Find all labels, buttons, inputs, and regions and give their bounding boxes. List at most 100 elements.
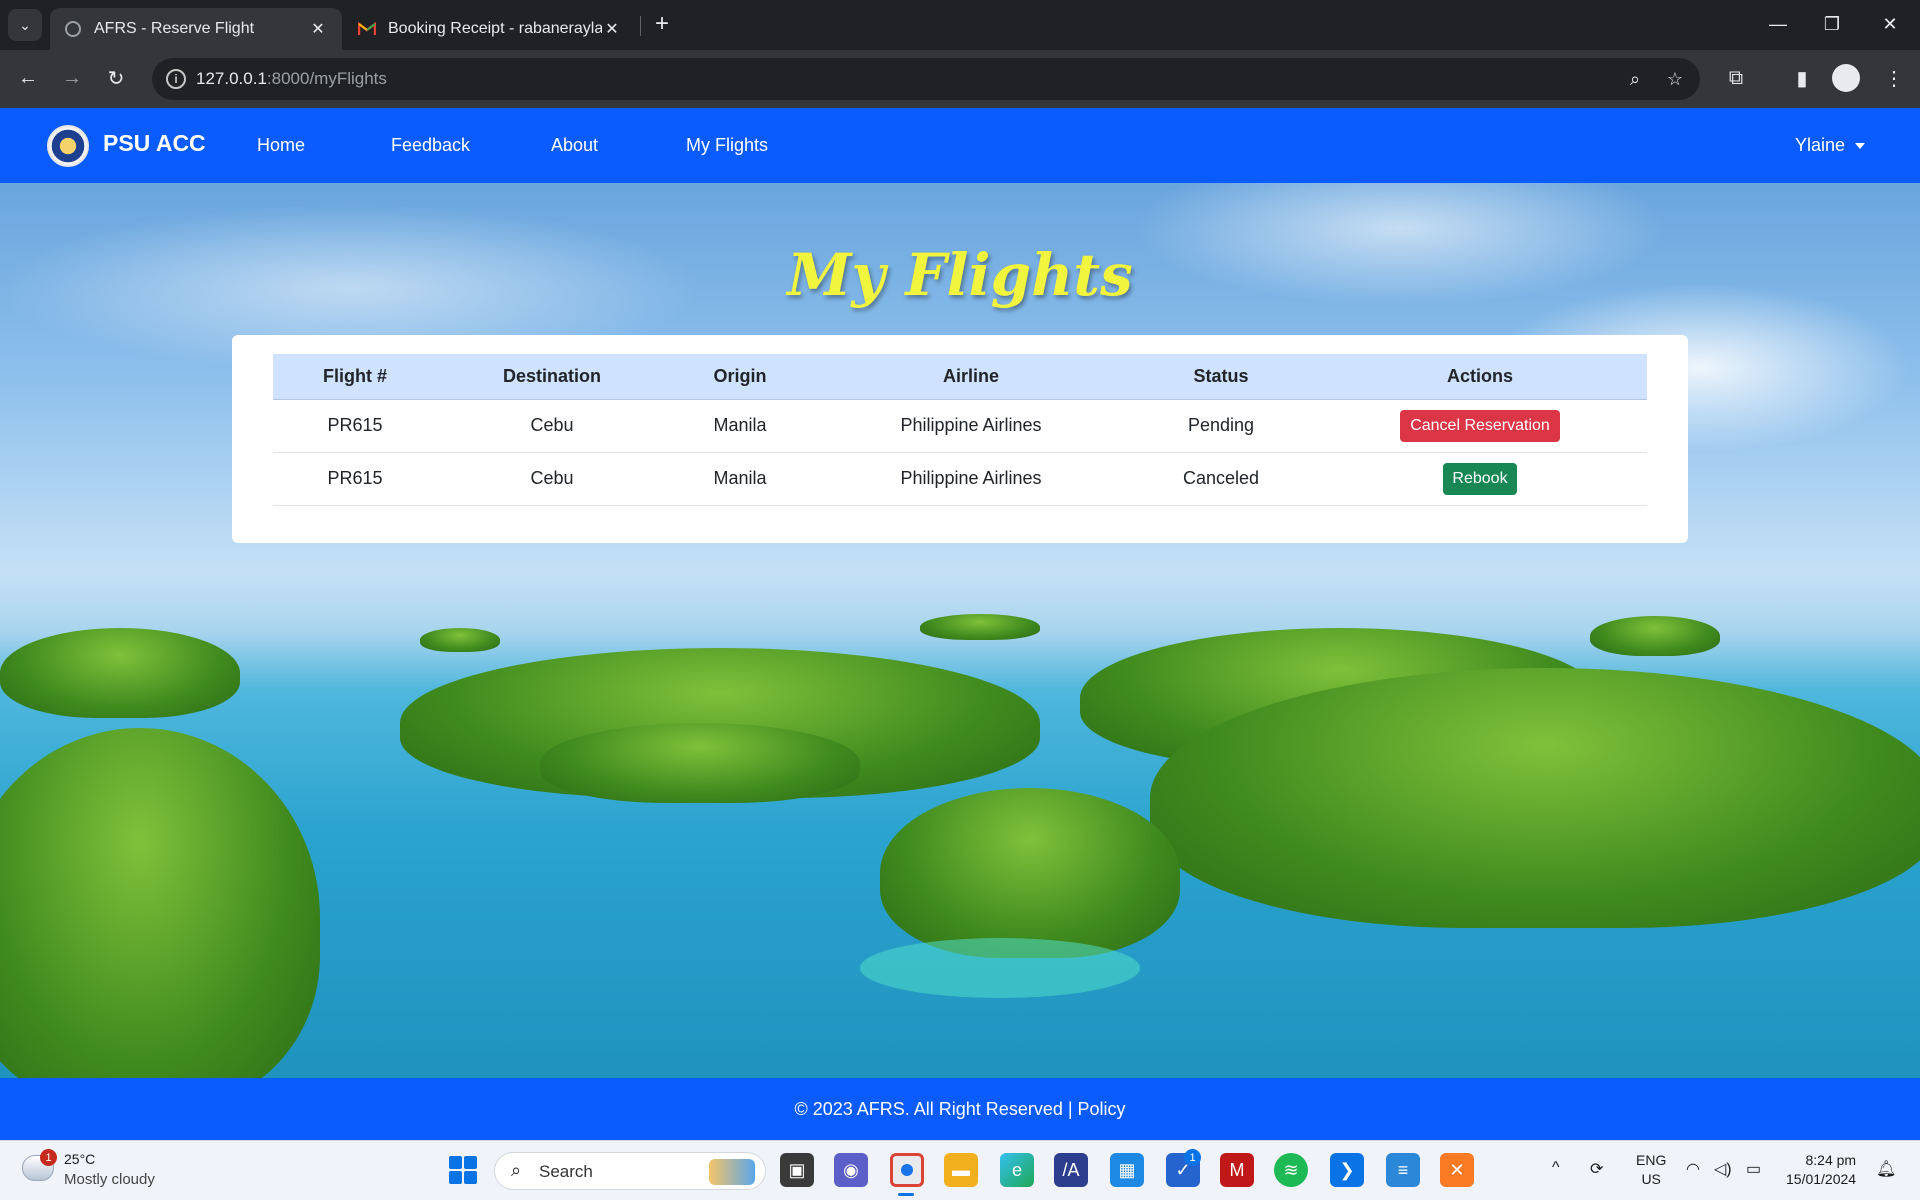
side-panel-icon[interactable]: ▮ bbox=[1786, 62, 1818, 94]
column-header-actions: Actions bbox=[1313, 354, 1647, 400]
show-hidden-icons-chevron[interactable]: ^ bbox=[1552, 1159, 1560, 1177]
edge-icon[interactable]: e bbox=[1000, 1153, 1034, 1187]
flights-card: Flight # Destination Origin Airline Stat… bbox=[232, 335, 1688, 543]
teams-chat-icon[interactable]: ◉ bbox=[834, 1153, 868, 1187]
chrome-icon[interactable] bbox=[890, 1153, 924, 1187]
gmail-icon bbox=[358, 20, 376, 38]
cell-actions: Cancel Reservation bbox=[1313, 399, 1647, 453]
back-icon[interactable]: ← bbox=[12, 62, 44, 94]
cancel-reservation-button[interactable]: Cancel Reservation bbox=[1400, 409, 1560, 442]
weather-temperature[interactable]: 25°C bbox=[64, 1151, 95, 1167]
xampp-icon[interactable]: ✕ bbox=[1440, 1153, 1474, 1187]
new-tab-button[interactable]: + bbox=[650, 10, 674, 38]
psu-seal-logo[interactable] bbox=[47, 125, 89, 167]
tab-separator bbox=[640, 16, 641, 36]
table-header-row: Flight # Destination Origin Airline Stat… bbox=[273, 354, 1647, 400]
restore-icon[interactable]: ❐ bbox=[1812, 10, 1852, 38]
island-shape bbox=[1150, 668, 1920, 928]
cell-airline: Philippine Airlines bbox=[813, 452, 1129, 506]
page-title: My Flights bbox=[787, 241, 1133, 309]
cell-origin: Manila bbox=[667, 452, 813, 506]
language-indicator[interactable]: ENG US bbox=[1636, 1151, 1666, 1189]
close-tab-icon[interactable]: ✕ bbox=[602, 19, 622, 39]
profile-avatar[interactable] bbox=[1832, 64, 1860, 92]
search-highlight-image bbox=[709, 1159, 755, 1185]
battery-icon[interactable]: ▭ bbox=[1746, 1159, 1761, 1179]
active-app-indicator bbox=[898, 1193, 914, 1196]
menu-kebab-icon[interactable]: ⋮ bbox=[1878, 62, 1910, 94]
shore-shape bbox=[860, 938, 1140, 998]
rebook-button[interactable]: Rebook bbox=[1443, 462, 1517, 495]
search-icon: ⌕ bbox=[511, 1160, 522, 1180]
tab-search-button[interactable]: ⌄ bbox=[8, 9, 42, 41]
nav-link-home[interactable]: Home bbox=[257, 135, 305, 156]
forward-icon[interactable]: → bbox=[56, 62, 88, 94]
island-shape bbox=[540, 723, 860, 803]
app-ia-icon[interactable]: /A bbox=[1054, 1153, 1088, 1187]
microsoft-store-icon[interactable]: ▦ bbox=[1110, 1153, 1144, 1187]
vscode-icon[interactable]: ❯ bbox=[1330, 1153, 1364, 1187]
keyboard-layout: US bbox=[1641, 1171, 1661, 1187]
island-shape bbox=[420, 628, 500, 652]
todo-badge: 1 bbox=[1184, 1149, 1201, 1166]
user-dropdown[interactable]: Ylaine bbox=[1795, 135, 1866, 156]
reload-icon[interactable]: ↻ bbox=[100, 62, 132, 94]
extensions-icon[interactable]: ⧉ bbox=[1720, 62, 1752, 94]
island-shape bbox=[0, 728, 320, 1108]
flights-table: Flight # Destination Origin Airline Stat… bbox=[273, 354, 1647, 506]
close-tab-icon[interactable]: ✕ bbox=[308, 19, 328, 39]
clock-time: 8:24 pm bbox=[1805, 1152, 1857, 1168]
column-header-destination: Destination bbox=[437, 354, 667, 400]
notification-bell-icon[interactable]: 🔔︎ bbox=[1876, 1159, 1896, 1179]
nav-link-about[interactable]: About bbox=[551, 135, 598, 156]
windows-logo-icon bbox=[449, 1156, 477, 1184]
url-text[interactable]: 127.0.0.1:8000/myFlights bbox=[196, 69, 387, 89]
task-view-icon[interactable]: ▣ bbox=[780, 1153, 814, 1187]
site-info-icon[interactable]: i bbox=[166, 69, 186, 89]
cell-origin: Manila bbox=[667, 399, 813, 453]
tab-afrs-reserve-flight[interactable]: AFRS - Reserve Flight ✕ bbox=[50, 8, 342, 50]
windows-taskbar: 1 25°C Mostly cloudy ⌕ Search ▣ ◉ ▬ e /A… bbox=[0, 1140, 1920, 1200]
site-footer: © 2023 AFRS. All Right Reserved | Policy bbox=[0, 1078, 1920, 1140]
volume-icon[interactable]: ◁) bbox=[1714, 1159, 1732, 1179]
cell-actions: Rebook bbox=[1313, 452, 1647, 506]
island-shape bbox=[920, 614, 1040, 640]
notepad-icon[interactable]: ≡ bbox=[1386, 1153, 1420, 1187]
spotify-icon[interactable]: ≋ bbox=[1274, 1153, 1308, 1187]
brand-name[interactable]: PSU ACC bbox=[103, 130, 206, 157]
minimize-icon[interactable]: — bbox=[1758, 10, 1798, 38]
start-button[interactable] bbox=[446, 1153, 480, 1187]
cell-status: Canceled bbox=[1129, 452, 1313, 506]
taskbar-search[interactable]: ⌕ Search bbox=[494, 1152, 766, 1190]
mcafee-icon[interactable]: M bbox=[1220, 1153, 1254, 1187]
nav-link-feedback[interactable]: Feedback bbox=[391, 135, 470, 156]
clock-date: 15/01/2024 bbox=[1786, 1171, 1857, 1187]
browser-tab-bar: ⌄ AFRS - Reserve Flight ✕ Booking Receip… bbox=[0, 0, 1920, 50]
cell-destination: Cebu bbox=[437, 399, 667, 453]
column-header-origin: Origin bbox=[667, 354, 813, 400]
island-shape bbox=[880, 788, 1180, 958]
language-code: ENG bbox=[1636, 1152, 1667, 1168]
address-bar[interactable]: i 127.0.0.1:8000/myFlights ⌕ ☆ bbox=[152, 58, 1700, 100]
tab-booking-receipt[interactable]: Booking Receipt - rabaneraylaine ✕ bbox=[344, 8, 636, 50]
weather-badge: 1 bbox=[40, 1149, 57, 1166]
web-page: PSU ACC Home Feedback About My Flights Y… bbox=[0, 108, 1920, 1140]
sync-icon[interactable]: ⟳ bbox=[1590, 1159, 1603, 1179]
system-clock[interactable]: 8:24 pm 15/01/2024 bbox=[1786, 1151, 1856, 1189]
weather-description[interactable]: Mostly cloudy bbox=[64, 1171, 155, 1188]
wifi-icon[interactable]: ◠ bbox=[1686, 1159, 1700, 1179]
nav-link-my-flights[interactable]: My Flights bbox=[686, 135, 768, 156]
browser-toolbar: ← → ↻ i 127.0.0.1:8000/myFlights ⌕ ☆ ⧉ ▮… bbox=[0, 50, 1920, 108]
island-shape bbox=[0, 628, 240, 718]
caret-down-icon bbox=[1855, 142, 1866, 149]
site-navbar: PSU ACC Home Feedback About My Flights Y… bbox=[0, 108, 1920, 183]
zoom-icon[interactable]: ⌕ bbox=[1622, 66, 1648, 92]
globe-icon bbox=[64, 20, 82, 38]
cell-destination: Cebu bbox=[437, 452, 667, 506]
tab-title: AFRS - Reserve Flight bbox=[94, 20, 255, 37]
search-label: Search bbox=[539, 1162, 593, 1181]
bookmark-star-icon[interactable]: ☆ bbox=[1662, 66, 1688, 92]
close-window-icon[interactable]: ✕ bbox=[1870, 10, 1910, 38]
file-explorer-icon[interactable]: ▬ bbox=[944, 1153, 978, 1187]
cell-status: Pending bbox=[1129, 399, 1313, 453]
